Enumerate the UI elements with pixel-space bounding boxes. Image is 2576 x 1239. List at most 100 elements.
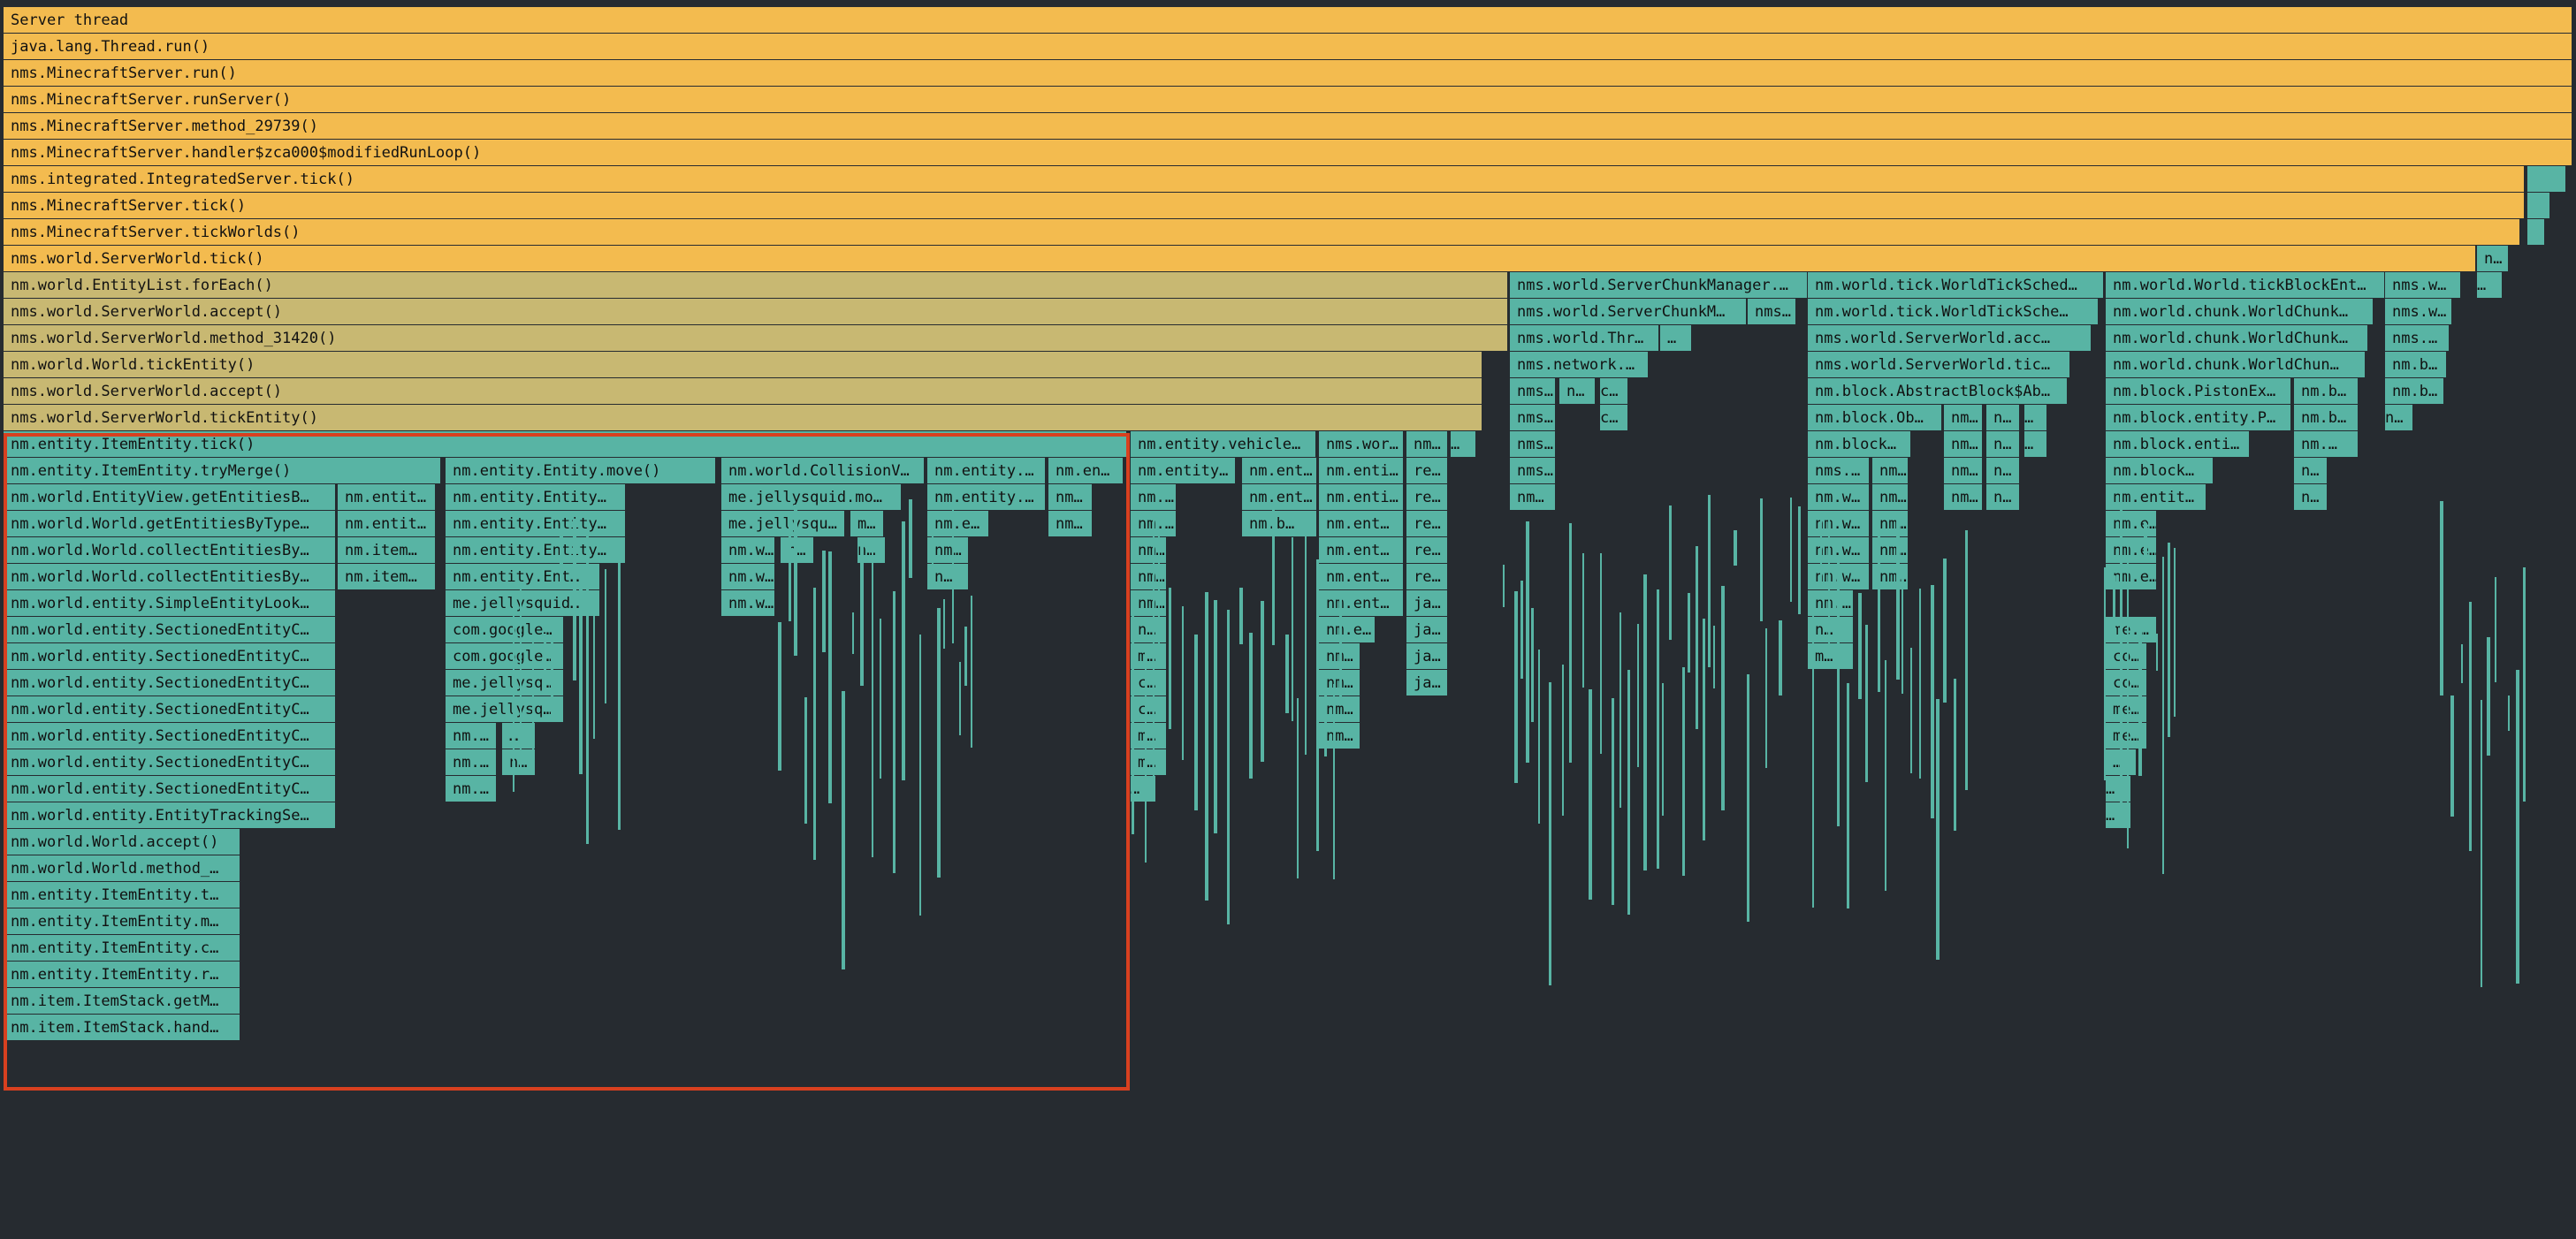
stack-frame[interactable]: nm…: [1510, 484, 1556, 511]
stack-frame[interactable]: nm.world.entity.SectionedEntityC…: [4, 776, 336, 802]
stack-frame[interactable]: nm.w…: [721, 564, 775, 590]
stack-frame[interactable]: nm.ent…: [1319, 511, 1404, 537]
stack-frame[interactable]: nms.world.ServerChunkManager.…: [1510, 272, 1808, 299]
stack-frame[interactable]: nm.world.entity.SectionedEntityC…: [4, 696, 336, 723]
stack-frame[interactable]: nm.b…: [2385, 352, 2447, 378]
stack-frame[interactable]: nms.world.ServerChunkM…: [1510, 299, 1747, 325]
stack-frame[interactable]: nm.entit…: [338, 511, 436, 537]
stack-frame[interactable]: nms.world.ServerWorld.acc…: [1808, 325, 2092, 352]
stack-frame[interactable]: [2527, 193, 2550, 219]
stack-frame[interactable]: nm.world.tick.WorldTickSched…: [1808, 272, 2104, 299]
stack-frame[interactable]: nms…: [1510, 405, 1556, 431]
stack-frame[interactable]: nm.b…: [2294, 405, 2359, 431]
stack-frame[interactable]: nm.b…: [2385, 378, 2444, 405]
stack-frame[interactable]: nms.integrated.IntegratedServer.tick(): [4, 166, 2525, 193]
stack-frame[interactable]: re…: [1406, 458, 1448, 484]
stack-frame[interactable]: nms.world.ServerWorld.method_31420(): [4, 325, 1508, 352]
stack-frame[interactable]: me.jellysq…: [446, 696, 564, 723]
stack-frame[interactable]: nms.w…: [2385, 272, 2461, 299]
stack-frame[interactable]: nm…: [1944, 405, 1983, 431]
stack-frame[interactable]: nm.world.World.getEntitiesByType…: [4, 511, 336, 537]
stack-frame[interactable]: nm.entit…: [338, 484, 436, 511]
stack-frame[interactable]: nm.world.CollisionV…: [721, 458, 925, 484]
stack-frame[interactable]: nm.ent…: [1319, 564, 1404, 590]
stack-frame[interactable]: n…: [2477, 246, 2509, 272]
stack-frame[interactable]: nm.block.entity.P…: [2106, 405, 2291, 431]
stack-frame[interactable]: n…: [2294, 484, 2328, 511]
stack-frame[interactable]: c…: [1131, 696, 1167, 723]
stack-frame[interactable]: c…: [1600, 405, 1628, 431]
stack-frame[interactable]: n…: [1559, 378, 1596, 405]
stack-frame[interactable]: m…: [1131, 723, 1167, 749]
stack-frame[interactable]: …: [1451, 431, 1476, 458]
stack-frame[interactable]: nms.MinecraftServer.tickWorlds(): [4, 219, 2520, 246]
flame-graph[interactable]: Server thread java.lang.Thread.run() nms.M…: [0, 0, 2576, 1239]
stack-frame[interactable]: java.lang.Thread.run(): [4, 34, 2572, 60]
stack-frame[interactable]: ja…: [1406, 617, 1448, 643]
stack-frame[interactable]: nm.…: [2294, 431, 2359, 458]
stack-frame[interactable]: …: [2024, 405, 2047, 431]
stack-frame[interactable]: nm.entity.ItemEntity.c…: [4, 935, 240, 962]
stack-frame[interactable]: nm.…: [446, 723, 497, 749]
stack-frame[interactable]: [2527, 219, 2545, 246]
stack-frame[interactable]: nm.block.enti…: [2106, 431, 2250, 458]
stack-frame[interactable]: nms.MinecraftServer.handler$zca000$modif…: [4, 140, 2572, 166]
stack-frame[interactable]: n…: [1986, 431, 2020, 458]
stack-frame[interactable]: nm…: [1406, 431, 1448, 458]
stack-frame[interactable]: nms.MinecraftServer.method_29739(): [4, 113, 2572, 140]
stack-frame[interactable]: nm.en…: [1048, 458, 1124, 484]
stack-frame[interactable]: …: [1660, 325, 1692, 352]
stack-frame[interactable]: nms.network.…: [1510, 352, 1649, 378]
stack-frame[interactable]: nms…: [1510, 378, 1556, 405]
stack-frame[interactable]: nm.world.World.collectEntitiesBy…: [4, 564, 336, 590]
stack-frame[interactable]: nm.…: [446, 749, 497, 776]
stack-frame[interactable]: nm.world.entity.SectionedEntityC…: [4, 749, 336, 776]
stack-frame[interactable]: nm…: [1872, 484, 1909, 511]
stack-frame[interactable]: nm.ent…: [1319, 537, 1404, 564]
stack-frame[interactable]: nm.e…: [2106, 537, 2157, 564]
stack-frame[interactable]: nm.entity.ItemEntity.tick(): [4, 431, 1127, 458]
stack-frame[interactable]: nm.world.World.tickBlockEnt…: [2106, 272, 2385, 299]
stack-frame[interactable]: nm.entity.vehicle…: [1131, 431, 1316, 458]
stack-frame[interactable]: nms.world.ServerWorld.tick(): [4, 246, 2476, 272]
stack-frame[interactable]: nm.world.World.method_…: [4, 855, 240, 882]
stack-frame[interactable]: nm.e…: [927, 511, 989, 537]
stack-frame[interactable]: nm.item…: [338, 537, 436, 564]
stack-frame[interactable]: nm.entity.Ent…: [446, 564, 600, 590]
stack-frame[interactable]: nm.entity.ItemEntity.r…: [4, 962, 240, 988]
stack-frame[interactable]: nm.entity.Entity.move(): [446, 458, 716, 484]
stack-frame[interactable]: nms…: [1510, 458, 1556, 484]
stack-frame[interactable]: n…: [927, 564, 969, 590]
stack-frame[interactable]: nm.item.ItemStack.getM…: [4, 988, 240, 1015]
stack-frame[interactable]: nm.entity.Entity…: [446, 537, 626, 564]
stack-frame[interactable]: nm.w…: [721, 590, 775, 617]
stack-frame[interactable]: ja…: [1406, 670, 1448, 696]
stack-frame[interactable]: nm.…: [1131, 484, 1177, 511]
stack-frame[interactable]: n…: [1986, 405, 2020, 431]
stack-frame[interactable]: nm.enti…: [1319, 458, 1404, 484]
stack-frame[interactable]: nm.b…: [2294, 378, 2359, 405]
stack-frame[interactable]: c…: [1600, 378, 1628, 405]
stack-frame[interactable]: re…: [1406, 511, 1448, 537]
stack-frame[interactable]: nm.entity.…: [927, 458, 1046, 484]
stack-frame[interactable]: nm.block.AbstractBlock$Ab…: [1808, 378, 2068, 405]
stack-frame[interactable]: nm.ent…: [1242, 458, 1317, 484]
stack-frame[interactable]: nm.world.World.collectEntitiesBy…: [4, 537, 336, 564]
stack-frame[interactable]: nm.block…: [2106, 458, 2214, 484]
stack-frame[interactable]: nm.entity.…: [927, 484, 1046, 511]
stack-frame[interactable]: nm.world.World.accept(): [4, 829, 240, 855]
stack-frame[interactable]: nm.…: [446, 776, 497, 802]
stack-frame[interactable]: me.jellysquid.mo…: [721, 484, 902, 511]
stack-frame[interactable]: n…: [1131, 617, 1167, 643]
stack-frame[interactable]: …: [2024, 431, 2047, 458]
stack-frame[interactable]: n…: [2294, 458, 2328, 484]
stack-frame[interactable]: nm.world.World.tickEntity(): [4, 352, 1482, 378]
stack-frame[interactable]: nms.wor…: [1319, 431, 1404, 458]
stack-frame[interactable]: nm…: [1131, 564, 1167, 590]
stack-frame[interactable]: nm…: [1048, 484, 1093, 511]
stack-frame[interactable]: nm.block.Ob…: [1808, 405, 1942, 431]
stack-frame[interactable]: nm.world.chunk.WorldChun…: [2106, 352, 2366, 378]
stack-frame[interactable]: …: [502, 723, 536, 749]
stack-frame[interactable]: nm.entity.ItemEntity.m…: [4, 908, 240, 935]
stack-frame[interactable]: nm.ent…: [1242, 484, 1317, 511]
